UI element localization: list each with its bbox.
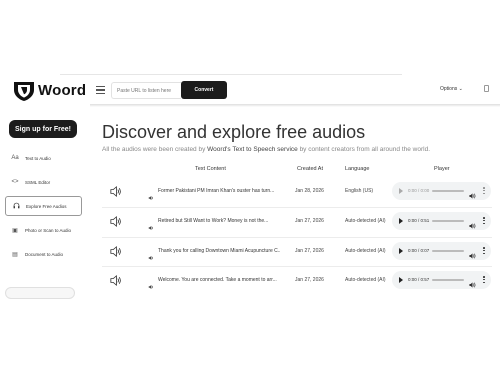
language: Auto-detected (AI) <box>345 248 386 254</box>
more-options-icon[interactable] <box>483 247 485 255</box>
convert-button[interactable]: Convert <box>181 81 227 99</box>
audio-player: 0:00 / 0:07 <box>392 242 491 260</box>
sidebar: Sign up for Free! Aa Text to Audio <> SS… <box>0 110 88 300</box>
hamburger-menu-icon[interactable] <box>96 86 105 94</box>
column-header-text: Text Content <box>195 166 226 172</box>
volume-icon[interactable] <box>469 187 476 199</box>
volume-icon[interactable] <box>469 247 476 259</box>
url-input[interactable] <box>111 82 181 99</box>
play-icon[interactable] <box>399 218 403 224</box>
text-size-icon: Aa <box>11 155 19 161</box>
created-at: Jan 27, 2026 <box>295 248 324 254</box>
more-options-icon[interactable] <box>483 187 485 195</box>
sidebar-item-label: Document to Audio <box>25 251 64 257</box>
speaker-icon[interactable] <box>109 185 122 198</box>
audio-player: 0:00 / 0:57 <box>392 271 491 289</box>
speaker-icon[interactable] <box>109 274 122 287</box>
sidebar-item-document-to-audio[interactable]: ▤ Document to Audio <box>5 244 82 264</box>
seek-bar[interactable] <box>432 190 464 192</box>
speaker-small-icon <box>148 277 154 290</box>
page-subtitle: All the audios were been created by Woor… <box>102 146 430 153</box>
text-content[interactable]: Welcome. You are connected. Take a momen… <box>158 277 280 283</box>
sidebar-item-label: Explore Free Audios <box>26 203 67 209</box>
table-row: Welcome. You are connected. Take a momen… <box>102 266 492 293</box>
brand-name[interactable]: Woord <box>38 82 86 99</box>
volume-icon[interactable] <box>469 276 476 288</box>
language: Auto-detected (AI) <box>345 218 386 224</box>
speaker-icon[interactable] <box>109 215 122 228</box>
speaker-small-icon <box>148 188 154 201</box>
play-icon[interactable] <box>399 277 403 283</box>
signup-button[interactable]: Sign up for Free! <box>9 120 77 138</box>
seek-bar[interactable] <box>432 279 464 281</box>
more-options-icon[interactable] <box>483 217 485 225</box>
sidebar-item-explore-free-audios[interactable]: Explore Free Audios <box>5 196 82 216</box>
panel-toggle-icon[interactable] <box>484 85 489 92</box>
volume-icon[interactable] <box>469 217 476 229</box>
table-row: Retired but Still Want to Work? Money is… <box>102 207 492 234</box>
top-header: Woord Convert Options ⌄ <box>0 78 500 104</box>
column-header-player: Player <box>434 166 450 172</box>
text-content[interactable]: Thank you for calling Downtown Miami Acu… <box>158 248 280 254</box>
column-header-language: Language <box>345 166 370 172</box>
sidebar-item-label: SSML Editor <box>25 179 51 185</box>
player-time: 0:00 / 0:51 <box>408 218 430 223</box>
options-dropdown[interactable]: Options ⌄ <box>440 86 463 92</box>
text-content[interactable]: Retired but Still Want to Work? Money is… <box>158 218 280 224</box>
woord-logo-icon[interactable] <box>12 80 36 102</box>
speaker-small-icon <box>148 218 154 231</box>
image-icon: ▣ <box>12 227 18 234</box>
player-time: 0:00 / 0:57 <box>408 277 430 282</box>
audio-player: 0:00 / 0:51 <box>392 212 491 230</box>
player-time: 0:00 / 0:07 <box>408 248 430 253</box>
player-time: 0:00 / 0:00 <box>408 188 430 193</box>
page-title: Discover and explore free audios <box>102 122 366 142</box>
audio-player: 0:00 / 0:00 <box>392 182 491 200</box>
more-options-icon[interactable] <box>483 276 485 284</box>
speaker-small-icon <box>148 248 154 261</box>
play-icon[interactable] <box>399 188 403 194</box>
seek-bar[interactable] <box>432 250 464 252</box>
seek-bar[interactable] <box>432 220 464 222</box>
speaker-icon[interactable] <box>109 245 122 258</box>
sidebar-item-label: Text to Audio <box>25 155 51 161</box>
top-divider <box>60 74 402 75</box>
created-at: Jan 27, 2026 <box>295 277 324 283</box>
code-icon: <> <box>11 179 19 185</box>
created-at: Jan 28, 2026 <box>295 188 324 194</box>
table-row: Former Pakistani PM Imran Khan's ouster … <box>102 178 492 205</box>
sidebar-item-ssml-editor[interactable]: <> SSML Editor <box>5 172 82 192</box>
sidebar-item-text-to-audio[interactable]: Aa Text to Audio <box>5 148 82 168</box>
sidebar-bottom-card[interactable] <box>5 287 75 299</box>
document-icon: ▤ <box>12 251 18 258</box>
sidebar-item-label: Photo or Scan to Audio <box>25 227 72 233</box>
service-link[interactable]: Woord's Text to Speech service <box>207 146 298 153</box>
language: English (US) <box>345 188 374 194</box>
sidebar-item-photo-to-audio[interactable]: ▣ Photo or Scan to Audio <box>5 220 82 240</box>
play-icon[interactable] <box>399 248 403 254</box>
header-shadow <box>90 104 500 107</box>
language: Auto-detected (AI) <box>345 277 386 283</box>
headphones-icon <box>6 202 26 211</box>
text-content[interactable]: Former Pakistani PM Imran Khan's ouster … <box>158 188 280 194</box>
column-header-created: Created At <box>297 166 323 172</box>
table-row: Thank you for calling Downtown Miami Acu… <box>102 237 492 264</box>
created-at: Jan 27, 2026 <box>295 218 324 224</box>
